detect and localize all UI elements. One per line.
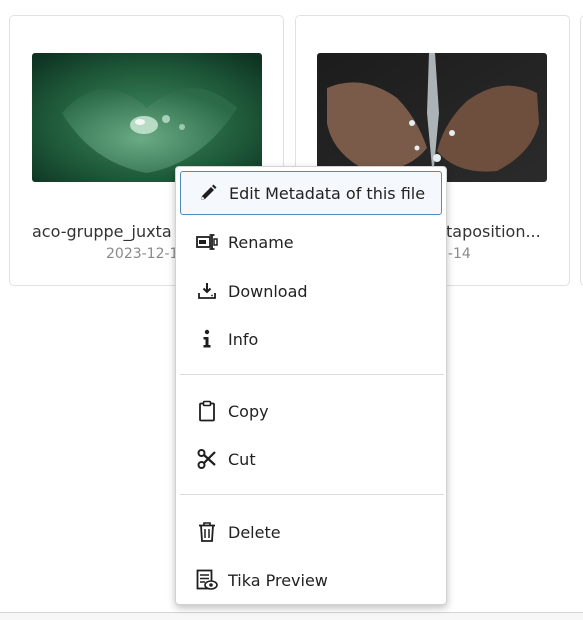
menu-divider	[180, 374, 444, 375]
pencil-icon	[197, 182, 219, 204]
menu-item-rename[interactable]: Rename	[180, 220, 442, 264]
clipboard-icon	[196, 400, 218, 422]
scissors-icon	[196, 448, 218, 470]
menu-item-delete[interactable]: Delete	[180, 510, 442, 554]
leaf-water-drop-image	[32, 53, 262, 182]
info-icon	[196, 328, 218, 350]
menu-divider	[180, 494, 444, 495]
menu-item-label: Cut	[228, 449, 256, 469]
menu-item-copy[interactable]: Copy	[180, 389, 442, 433]
tika-preview-icon	[196, 569, 218, 591]
menu-item-tika-preview[interactable]: Tika Preview	[180, 558, 442, 602]
menu-item-label: Delete	[228, 522, 281, 542]
trash-icon	[196, 521, 218, 543]
menu-item-label: Rename	[228, 232, 294, 252]
menu-item-label: Edit Metadata of this file	[229, 183, 426, 203]
menu-item-label: Tika Preview	[228, 570, 328, 590]
menu-item-info[interactable]: Info	[180, 317, 442, 361]
menu-item-cut[interactable]: Cut	[180, 437, 442, 481]
menu-item-label: Download	[228, 281, 308, 301]
menu-item-label: Info	[228, 329, 259, 349]
menu-item-download[interactable]: Download	[180, 269, 442, 313]
file-thumbnail[interactable]	[32, 53, 262, 182]
context-menu: Edit Metadata of this file Rename Downlo…	[175, 166, 447, 605]
hands-water-image	[317, 53, 547, 182]
menu-item-label: Copy	[228, 401, 269, 421]
file-thumbnail[interactable]	[317, 53, 547, 182]
rename-icon	[196, 231, 218, 253]
file-date: 2023-12-1	[106, 246, 179, 262]
download-icon	[196, 280, 218, 302]
menu-item-edit-metadata[interactable]: Edit Metadata of this file	[180, 171, 442, 215]
